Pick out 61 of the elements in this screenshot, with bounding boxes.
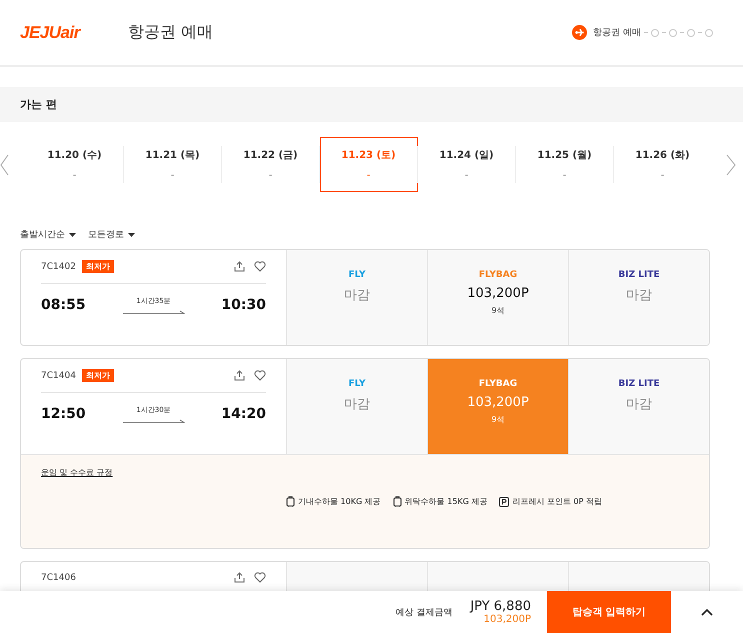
flight-number: 7C1406 (41, 572, 76, 582)
fare-status: 마감 (626, 287, 652, 304)
flight-number: 7C1402 (41, 262, 76, 272)
fare-name: FLYBAG (478, 379, 518, 389)
date-tab[interactable]: 11.26 (화) - (614, 137, 712, 192)
lowest-price-badge: 최저가 (82, 260, 114, 273)
payment-amount: JPY 6,880 (470, 599, 531, 614)
fare-option[interactable]: FLYBAG 103,200P 9석 (427, 250, 568, 345)
benefit-text: 위탁수하물 15KG 제공 (392, 467, 488, 536)
fare-option[interactable]: BIZ LITE 마감 (568, 250, 709, 345)
benefit-text: 기내수하물 10KG 제공 (286, 467, 381, 536)
fare-name: BIZ LITE (618, 270, 660, 280)
step-dot (705, 28, 713, 36)
fare-status: 마감 (344, 396, 370, 413)
section-title: 가는 편 (0, 87, 743, 122)
share-icon[interactable] (234, 370, 245, 381)
heart-icon[interactable] (254, 261, 266, 272)
sort-dropdown[interactable]: 모든경로 (88, 228, 135, 241)
fare-name: FLY (348, 379, 366, 389)
flight-number: 7C1404 (41, 370, 76, 380)
payment-points: 103,200P (484, 614, 531, 625)
caret-icon (128, 232, 135, 236)
date-tab[interactable]: 11.21 (목) - (124, 137, 222, 192)
fare-rules-link[interactable]: 운임 및 수수료 규정 (41, 467, 286, 536)
heart-icon[interactable] (254, 572, 266, 583)
chevron-up-icon[interactable] (701, 608, 713, 616)
benefit-text: 리프레시 포인트 0P 적립 (499, 467, 602, 536)
date-tab[interactable]: 11.22 (금) - (222, 137, 320, 192)
heart-icon[interactable] (254, 370, 266, 381)
caret-icon (69, 232, 76, 236)
airplane-icon (572, 25, 588, 40)
points-icon (499, 496, 510, 506)
departure-time: 08:55 (41, 297, 86, 313)
seats-left: 9석 (491, 305, 505, 316)
seats-left: 9석 (491, 414, 505, 425)
arrival-time: 10:30 (221, 297, 266, 313)
suitcase-icon (392, 496, 402, 507)
fare-price: 103,200P (467, 395, 529, 410)
fare-status: 마감 (344, 287, 370, 304)
current-step: 항공권 예매 (593, 26, 641, 39)
payment-label: 예상 결제금액 (395, 606, 452, 618)
fare-status: 마감 (626, 396, 652, 413)
step-dot (651, 28, 659, 36)
suitcase-icon (286, 496, 295, 507)
fare-name: FLY (348, 270, 366, 280)
share-icon[interactable] (234, 572, 245, 583)
date-tab[interactable]: 11.24 (일) - (418, 137, 516, 192)
lowest-price-badge: 최저가 (82, 369, 114, 382)
page-title: 항공권 예매 (128, 22, 214, 43)
departure-time: 12:50 (41, 406, 86, 422)
fare-name: FLYBAG (478, 270, 518, 280)
fare-name: BIZ LITE (618, 379, 660, 389)
date-tab[interactable]: 11.20 (수) - (26, 137, 124, 192)
share-icon[interactable] (234, 261, 245, 272)
step-dot (669, 28, 677, 36)
fare-option[interactable]: BIZ LITE 마감 (568, 359, 709, 454)
step-dot (687, 28, 695, 36)
arrival-time: 14:20 (221, 406, 266, 422)
fare-price: 103,200P (467, 286, 529, 301)
date-tab[interactable]: 11.25 (월) - (516, 137, 614, 192)
sort-dropdown[interactable]: 출발시간순 (20, 228, 76, 241)
